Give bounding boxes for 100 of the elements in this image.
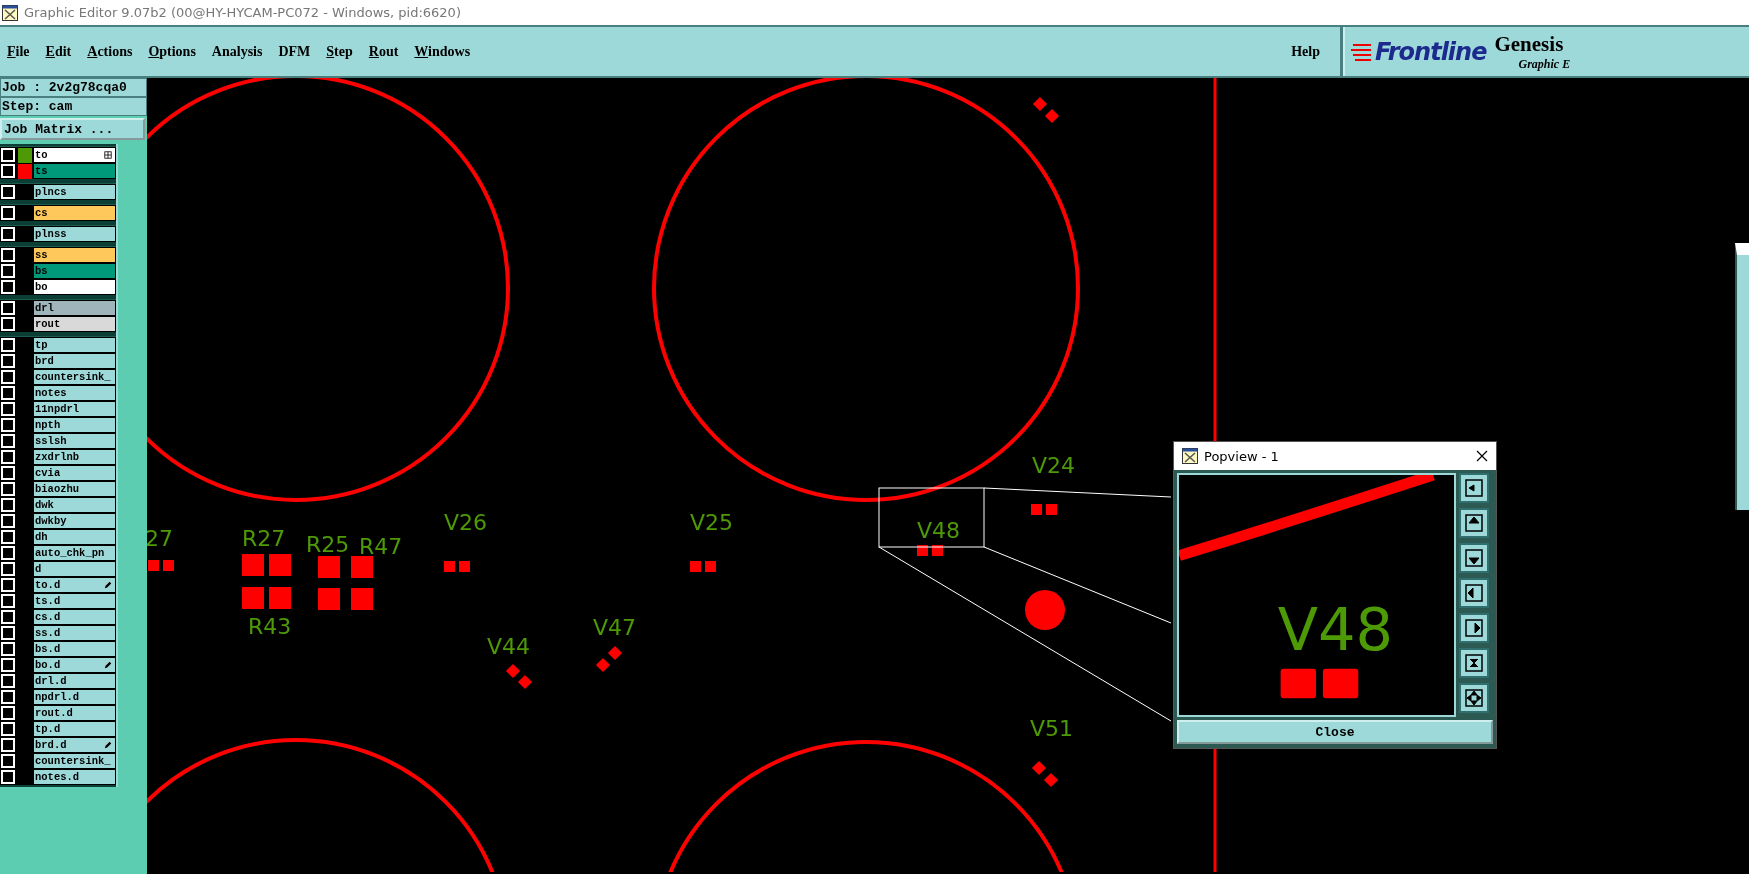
layer-row[interactable]: ts <box>0 163 116 179</box>
layer-item[interactable]: cs <box>34 206 115 220</box>
layer-row[interactable]: sslsh <box>0 433 116 449</box>
layer-item[interactable]: tp.d <box>34 722 115 736</box>
layer-item[interactable]: 11npdrl <box>34 402 115 416</box>
layer-row[interactable]: drl.d <box>0 673 116 689</box>
layer-row[interactable]: zxdrlnb <box>0 449 116 465</box>
layer-checkbox[interactable] <box>1 514 15 528</box>
layer-checkbox[interactable] <box>1 185 15 199</box>
layer-item[interactable]: biaozhu <box>34 482 115 496</box>
layer-row[interactable]: biaozhu <box>0 481 116 497</box>
layer-item[interactable]: drl <box>34 301 115 315</box>
layer-checkbox[interactable] <box>1 227 15 241</box>
layer-checkbox[interactable] <box>1 674 15 688</box>
layer-item[interactable]: ss <box>34 248 115 262</box>
layer-item[interactable]: rout.d <box>34 706 115 720</box>
layer-row[interactable]: countersink_ <box>0 369 116 385</box>
layer-item[interactable]: tp <box>34 338 115 352</box>
layer-item[interactable]: plncs <box>34 185 115 199</box>
layer-checkbox[interactable] <box>1 370 15 384</box>
layer-item[interactable]: to <box>34 148 115 162</box>
layer-row[interactable]: dwkby <box>0 513 116 529</box>
layer-checkbox[interactable] <box>1 317 15 331</box>
layer-checkbox[interactable] <box>1 562 15 576</box>
layer-row[interactable]: cs <box>0 205 116 221</box>
layer-row[interactable]: brd <box>0 353 116 369</box>
layer-checkbox[interactable] <box>1 546 15 560</box>
layer-item[interactable]: drl.d <box>34 674 115 688</box>
layer-item[interactable]: sslsh <box>34 434 115 448</box>
layer-row[interactable]: tp <box>0 337 116 353</box>
layer-row[interactable]: d <box>0 561 116 577</box>
layer-item[interactable]: brd <box>34 354 115 368</box>
layer-checkbox[interactable] <box>1 354 15 368</box>
menu-item[interactable]: Analysis <box>211 43 263 60</box>
layer-checkbox[interactable] <box>1 754 15 768</box>
layer-checkbox[interactable] <box>1 610 15 624</box>
menu-item[interactable]: Edit <box>45 43 72 60</box>
layer-row[interactable]: auto_chk_pn <box>0 545 116 561</box>
layer-checkbox[interactable] <box>1 706 15 720</box>
layer-item[interactable]: bs.d <box>34 642 115 656</box>
layer-item[interactable]: dh <box>34 530 115 544</box>
layer-row[interactable]: notes.d <box>0 769 116 785</box>
layer-item[interactable]: countersink_ <box>34 370 115 384</box>
layer-item[interactable]: npth <box>34 418 115 432</box>
layer-row[interactable]: drl <box>0 300 116 316</box>
layer-item[interactable]: bs <box>34 264 115 278</box>
layer-checkbox[interactable] <box>1 301 15 315</box>
menu-item[interactable]: Options <box>148 43 196 60</box>
layer-item[interactable]: countersink_ <box>34 754 115 768</box>
layer-checkbox[interactable] <box>1 338 15 352</box>
menu-item[interactable]: Step <box>326 43 353 60</box>
layer-checkbox[interactable] <box>1 164 15 178</box>
layer-checkbox[interactable] <box>1 280 15 294</box>
layer-checkbox[interactable] <box>1 206 15 220</box>
layer-row[interactable]: brd.d <box>0 737 116 753</box>
layer-row[interactable]: dwk <box>0 497 116 513</box>
layer-checkbox[interactable] <box>1 498 15 512</box>
layer-row[interactable]: plnss <box>0 226 116 242</box>
layer-checkbox[interactable] <box>1 482 15 496</box>
layer-item[interactable]: dwk <box>34 498 115 512</box>
layer-row[interactable]: npdrl.d <box>0 689 116 705</box>
layer-row[interactable]: ss <box>0 247 116 263</box>
layer-row[interactable]: 11npdrl <box>0 401 116 417</box>
layer-item[interactable]: notes.d <box>34 770 115 784</box>
layer-item[interactable]: rout <box>34 317 115 331</box>
layer-checkbox[interactable] <box>1 626 15 640</box>
layer-checkbox[interactable] <box>1 658 15 672</box>
layer-row[interactable]: cs.d <box>0 609 116 625</box>
layer-row[interactable]: tp.d <box>0 721 116 737</box>
layer-item[interactable]: brd.d <box>34 738 115 752</box>
layer-item[interactable]: bo <box>34 280 115 294</box>
layer-checkbox[interactable] <box>1 148 15 162</box>
layer-item[interactable]: d <box>34 562 115 576</box>
layer-row[interactable]: bo.d <box>0 657 116 673</box>
layer-item[interactable]: cs.d <box>34 610 115 624</box>
layer-row[interactable]: rout.d <box>0 705 116 721</box>
layer-checkbox[interactable] <box>1 386 15 400</box>
layer-item[interactable]: bo.d <box>34 658 115 672</box>
help-menu[interactable]: Help <box>1291 43 1320 60</box>
layer-item[interactable]: cvia <box>34 466 115 480</box>
layer-checkbox[interactable] <box>1 722 15 736</box>
layer-checkbox[interactable] <box>1 434 15 448</box>
layer-item[interactable]: to.d <box>34 578 115 592</box>
close-button[interactable]: Close <box>1177 720 1493 744</box>
job-matrix-button[interactable]: Job Matrix ... <box>0 118 145 140</box>
layer-row[interactable]: countersink_ <box>0 753 116 769</box>
layer-checkbox[interactable] <box>1 738 15 752</box>
layer-checkbox[interactable] <box>1 690 15 704</box>
layer-checkbox[interactable] <box>1 466 15 480</box>
layer-checkbox[interactable] <box>1 530 15 544</box>
layer-item[interactable]: zxdrlnb <box>34 450 115 464</box>
layer-checkbox[interactable] <box>1 642 15 656</box>
layer-item[interactable]: auto_chk_pn <box>34 546 115 560</box>
menu-item[interactable]: DFM <box>278 43 311 60</box>
layer-row[interactable]: cvia <box>0 465 116 481</box>
layer-row[interactable]: bs.d <box>0 641 116 657</box>
menu-item[interactable]: File <box>7 43 30 60</box>
layer-checkbox[interactable] <box>1 450 15 464</box>
layer-checkbox[interactable] <box>1 594 15 608</box>
layer-checkbox[interactable] <box>1 770 15 784</box>
